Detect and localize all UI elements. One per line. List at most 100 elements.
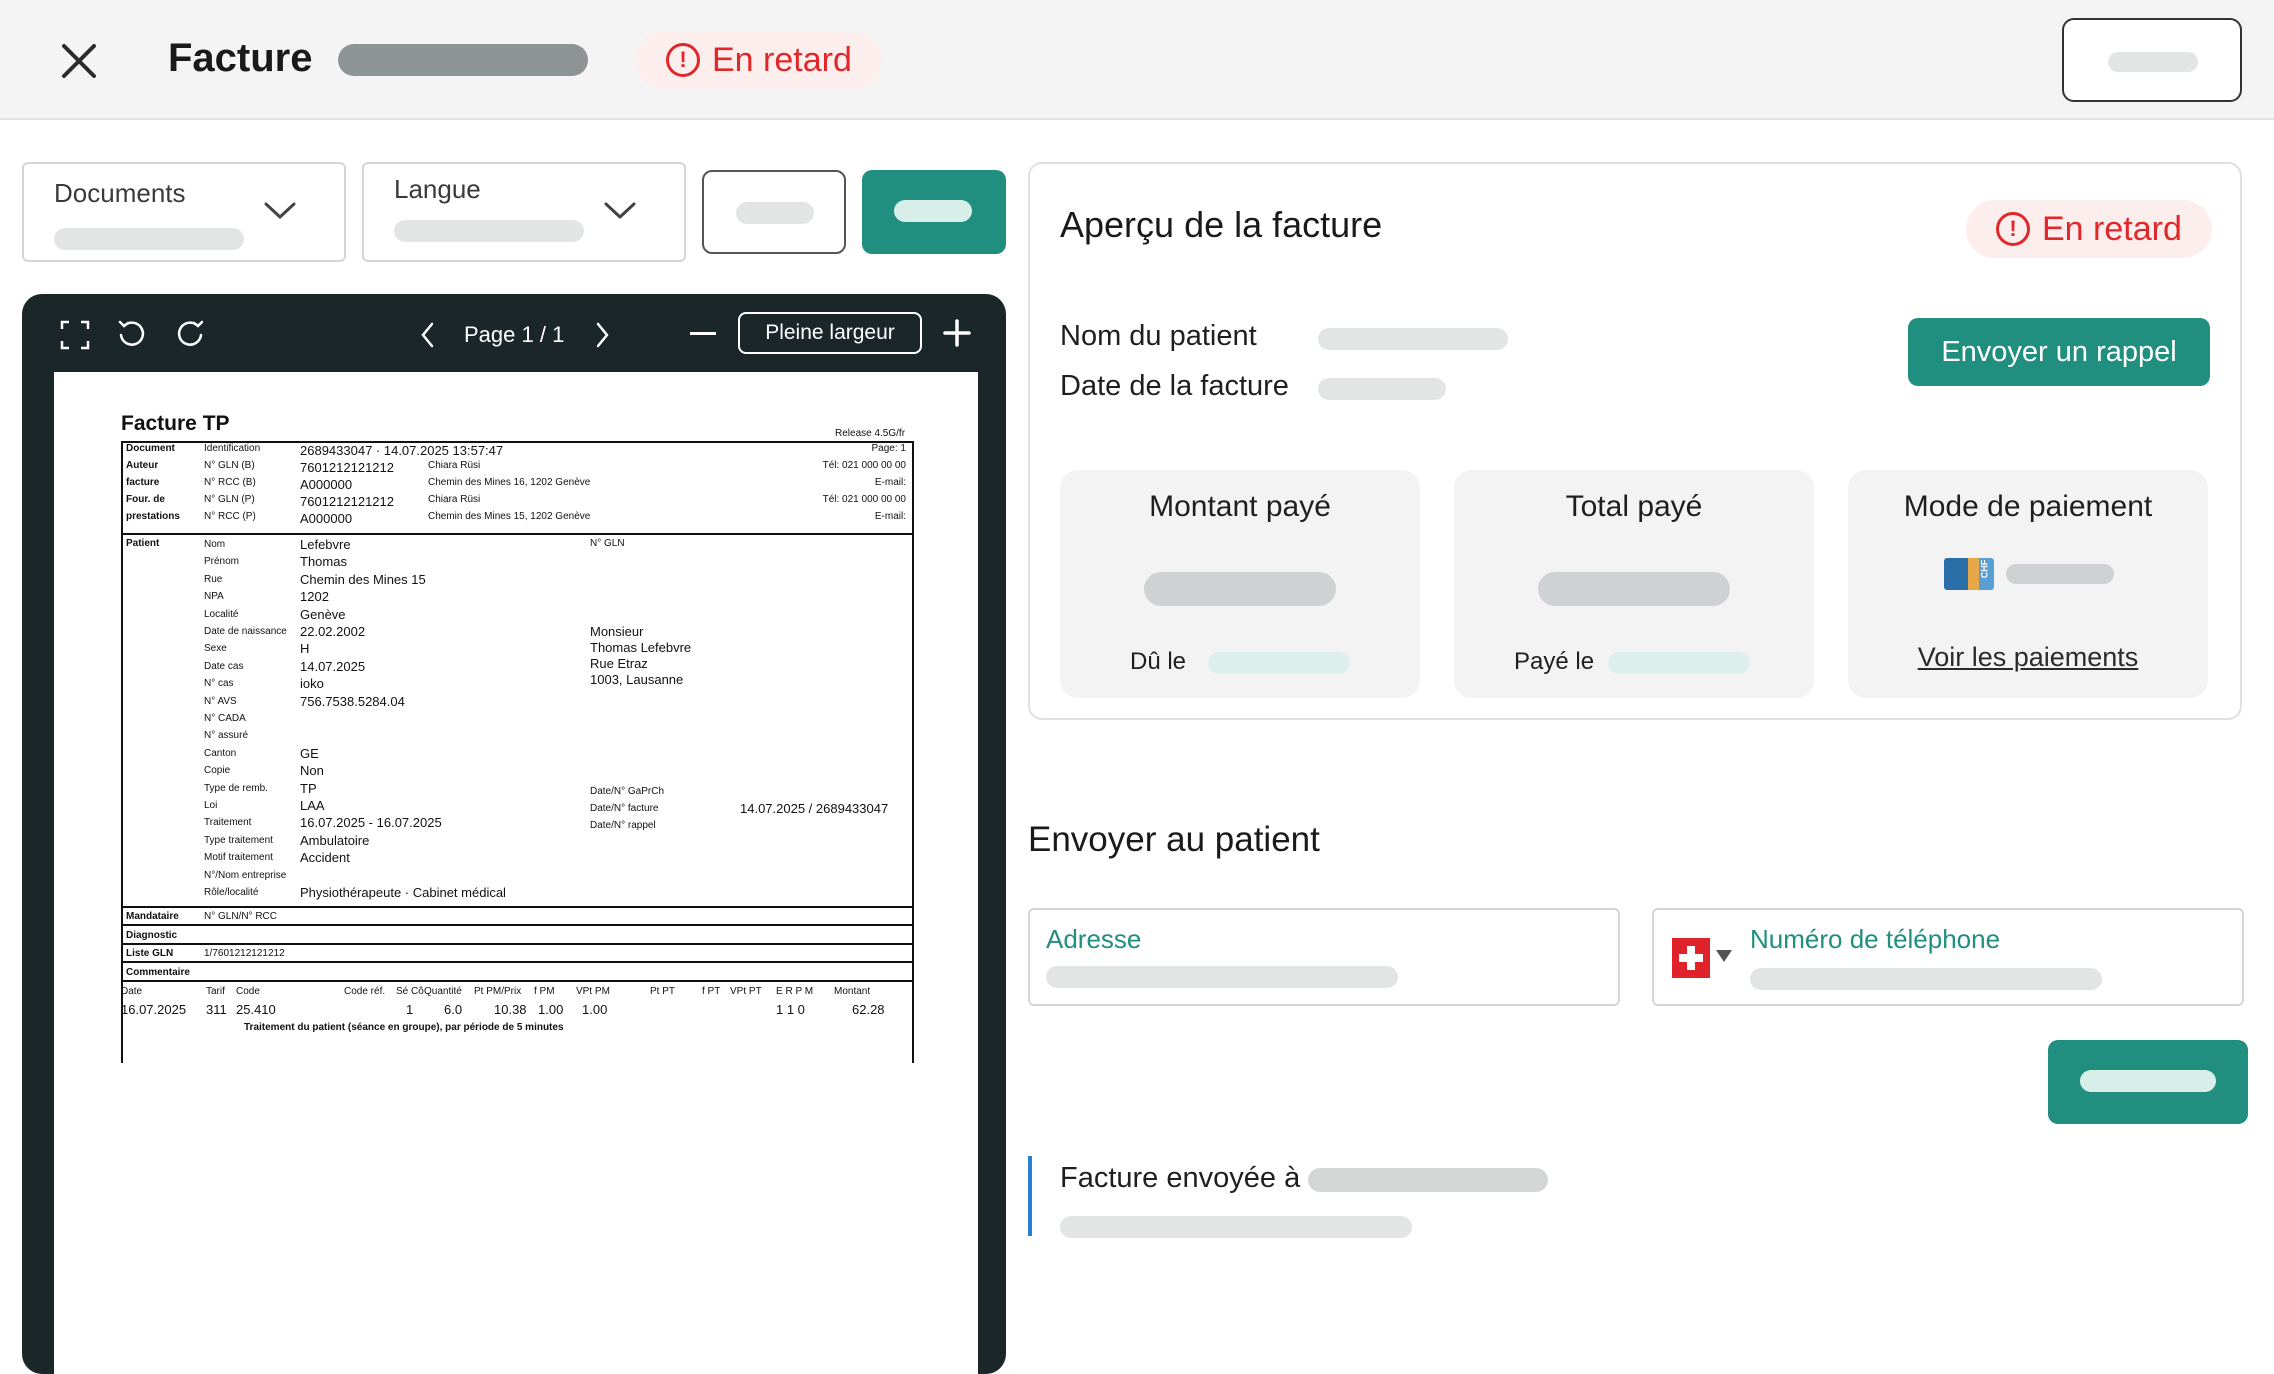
- patient-row-label: N° cas: [204, 678, 234, 690]
- patient-row-label: Sexe: [204, 643, 227, 655]
- header-row-extra: Chemin des Mines 16, 1202 Genève: [428, 477, 591, 488]
- commentaire-label: Commentaire: [126, 967, 190, 978]
- invoice-preview-panel: Aperçu de la facture ! En retard Nom du …: [1028, 162, 2242, 720]
- patient-row-label: Date de naissance: [204, 626, 287, 637]
- fit-width-button[interactable]: Pleine largeur: [738, 312, 922, 354]
- page-title: Facture: [168, 36, 313, 80]
- chevron-down-icon: [262, 198, 298, 227]
- service-header-cell: Pt PM/Prix: [474, 986, 522, 997]
- sent-history: [1028, 1156, 1032, 1236]
- preview-title: Aperçu de la facture: [1060, 204, 1383, 245]
- langue-value-placeholder: [394, 220, 584, 242]
- documents-select[interactable]: Documents: [22, 162, 346, 262]
- patient-name-label: Nom du patient: [1060, 320, 1257, 352]
- rotate-right-icon[interactable]: [174, 318, 206, 355]
- patient-row-value: ioko: [300, 676, 324, 692]
- swiss-flag-icon[interactable]: [1672, 938, 1710, 978]
- patient-row-value: Non: [300, 763, 324, 779]
- view-payments-link[interactable]: Voir les paiements: [1848, 642, 2208, 673]
- paid-on-label: Payé le: [1514, 648, 1595, 675]
- secondary-button[interactable]: [702, 170, 846, 254]
- rotate-left-icon[interactable]: [116, 318, 148, 355]
- send-section-title: Envoyer au patient: [1028, 820, 1320, 859]
- total-paid-placeholder: [1538, 572, 1730, 606]
- liste-gln-value: 1/7601212121212: [204, 948, 285, 959]
- patient-row-label: Copie: [204, 765, 231, 777]
- langue-select[interactable]: Langue: [362, 162, 686, 262]
- header-row-label: N° GLN (P): [204, 494, 255, 505]
- amount-paid-title: Montant payé: [1149, 490, 1331, 523]
- header-row-extra: Chiara Rüsi: [428, 494, 481, 505]
- fullscreen-icon[interactable]: [60, 320, 90, 355]
- documents-label: Documents: [54, 178, 186, 208]
- phone-field[interactable]: Numéro de téléphone: [1652, 908, 2244, 1006]
- service-row-cell: 1 1 0: [776, 1002, 805, 1017]
- zoom-out-icon[interactable]: [690, 332, 716, 335]
- invoice-date-placeholder: [1318, 378, 1446, 400]
- chevron-down-icon: [602, 198, 638, 227]
- patient-row-label: Localité: [204, 608, 239, 620]
- service-header-cell: Sé Cô: [396, 986, 424, 997]
- sent-date-placeholder: [1060, 1216, 1412, 1238]
- header-row-right: Tél: 021 000 00 00: [822, 494, 906, 505]
- total-paid-title: Total payé: [1565, 490, 1703, 523]
- mandataire-label: Mandataire: [126, 911, 179, 922]
- patient-row-value: Chemin des Mines 15: [300, 571, 426, 587]
- chevron-right-icon[interactable]: [592, 320, 612, 355]
- patient-row-label: Type traitement: [204, 834, 273, 846]
- header-row-extra: Chemin des Mines 15, 1202 Genève: [428, 511, 591, 522]
- address-field[interactable]: Adresse: [1028, 908, 1620, 1006]
- header-row-group: Document: [126, 443, 175, 454]
- phone-placeholder: [1750, 968, 2102, 990]
- address-label: Adresse: [1046, 924, 1142, 954]
- sent-to-placeholder: [1308, 1168, 1548, 1192]
- mandataire-value: N° GLN/N° RCC: [204, 911, 278, 922]
- button-label-placeholder: [2108, 52, 2198, 72]
- patient-row-value: 14.07.2025: [300, 658, 366, 674]
- patient-row-value: GE: [300, 745, 319, 761]
- sent-to-label: Facture envoyée à: [1060, 1162, 1301, 1194]
- patient-row-label: NPA: [204, 591, 224, 603]
- ref-value-2: 14.07.2025 / 2689433047: [740, 801, 889, 816]
- service-row-cell: 1.00: [582, 1002, 608, 1017]
- zoom-in-icon[interactable]: [942, 318, 972, 353]
- service-row-cell: 311: [206, 1002, 227, 1017]
- service-header-cell: Quantité: [424, 986, 462, 997]
- patient-row-value: 16.07.2025 - 16.07.2025: [300, 815, 442, 831]
- preview-status-badge: ! En retard: [1966, 200, 2212, 258]
- page-indicator: Page 1 / 1: [464, 322, 565, 347]
- patient-group-label: Patient: [126, 538, 160, 549]
- header-row-group: Auteur: [126, 460, 159, 471]
- close-icon[interactable]: [56, 38, 102, 84]
- service-row-cell: 62.28: [852, 1002, 885, 1017]
- header-row-value: 2689433047 · 14.07.2025 13:57:47: [300, 443, 504, 458]
- primary-button[interactable]: [862, 170, 1006, 254]
- button-label-placeholder: [894, 200, 972, 222]
- service-row-cell: 16.07.2025: [121, 1002, 187, 1017]
- diagnostic-label: Diagnostic: [126, 930, 178, 941]
- invoice-date-label: Date de la facture: [1060, 370, 1289, 402]
- payment-method-card: Mode de paiement CHF Voir les paiements: [1848, 470, 2208, 698]
- send-reminder-button[interactable]: Envoyer un rappel: [1908, 318, 2210, 386]
- service-header-cell: f PT: [702, 986, 721, 997]
- header-row-right: E-mail:: [874, 477, 906, 488]
- send-button[interactable]: [2048, 1040, 2248, 1124]
- caret-down-icon[interactable]: [1716, 950, 1732, 962]
- header-action-button[interactable]: [2062, 18, 2242, 102]
- header-row-label: Identification: [204, 443, 261, 454]
- patient-row-value: H: [300, 641, 310, 657]
- patient-row-label: Traitement: [204, 817, 252, 829]
- header-row-right: Page: 1: [871, 443, 906, 454]
- header-row-value: 7601212121212: [300, 460, 394, 475]
- chevron-left-icon[interactable]: [418, 320, 438, 355]
- patient-row-value: Thomas: [300, 554, 347, 570]
- service-header-cell: f PM: [534, 986, 555, 997]
- payment-method-placeholder: [2006, 564, 2114, 584]
- patient-row-value: Ambulatoire: [300, 832, 370, 848]
- patient-row-label: N° AVS: [204, 695, 237, 707]
- header-row-right: Tél: 021 000 00 00: [822, 460, 906, 471]
- ref-label-2: Date/N° facture: [590, 803, 659, 814]
- due-date-label: Dû le: [1130, 648, 1187, 675]
- patient-row-label: Type de remb.: [204, 782, 268, 794]
- patient-name-placeholder: [1318, 328, 1508, 350]
